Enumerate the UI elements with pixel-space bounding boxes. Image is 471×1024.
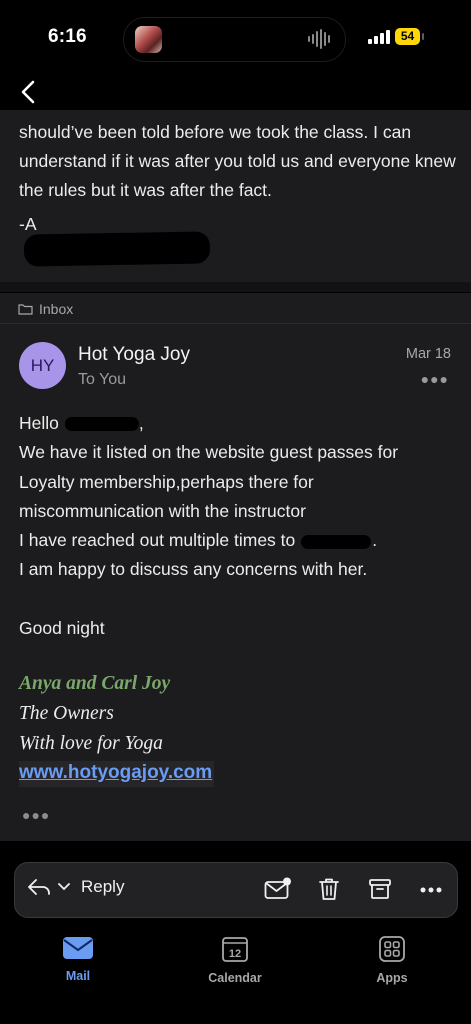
dynamic-island[interactable] (123, 17, 346, 62)
body-line: I have reached out multiple times to (19, 530, 296, 551)
tab-label: Mail (65, 969, 91, 983)
tab-apps[interactable]: Apps (347, 935, 437, 985)
folder-icon (18, 304, 33, 315)
recipient-label[interactable]: To You (78, 371, 126, 389)
audio-waveform-icon (308, 29, 330, 49)
message-date: Mar 18 (405, 346, 451, 362)
status-time: 6:16 (48, 26, 87, 47)
battery-level: 54 (395, 28, 420, 45)
reply-button[interactable]: Reply (27, 877, 124, 897)
divider (0, 323, 471, 324)
trash-icon[interactable] (317, 877, 341, 901)
tab-calendar[interactable]: 12 Calendar (190, 935, 280, 985)
back-chevron-icon[interactable] (18, 79, 40, 105)
folder-label[interactable]: Inbox (18, 301, 73, 317)
email-message-card: Inbox HY Hot Yoga Joy To You Mar 18 ●●● … (0, 293, 471, 841)
archive-icon[interactable] (368, 877, 392, 901)
redaction-mark (64, 417, 139, 432)
signature-names: Anya and Carl Joy (19, 673, 171, 694)
more-options-icon[interactable] (420, 887, 442, 893)
body-line: miscommunication with the instructor (19, 500, 306, 521)
signature-tagline: With love for Yoga (19, 733, 163, 754)
body-line: Loyalty membership,perhaps there for (19, 471, 314, 492)
greeting-suffix: , (138, 413, 144, 433)
greeting: Hello (19, 413, 59, 433)
apps-grid-icon (379, 936, 405, 962)
battery-tip (422, 33, 424, 40)
signature-title: The Owners (19, 703, 114, 724)
cellular-signal-icon (368, 30, 390, 44)
thread-separator (0, 282, 471, 292)
message-body: Hello, We have it listed on the website … (19, 409, 459, 643)
quoted-email-panel: should’ve been told before we took the c… (0, 110, 471, 282)
calendar-day: 12 (229, 948, 241, 960)
reply-toolbar: Reply (14, 862, 458, 918)
sender-name[interactable]: Hot Yoga Joy (78, 344, 190, 366)
mark-unread-icon[interactable] (264, 877, 292, 901)
tab-label: Apps (376, 971, 408, 985)
show-quoted-text-button[interactable]: ●●● (22, 807, 50, 823)
reply-label: Reply (81, 877, 125, 896)
redaction-mark (23, 231, 211, 267)
body-line-suffix: . (372, 530, 378, 551)
website-link[interactable]: www.hotyogajoy.com (19, 761, 215, 787)
redaction-mark (301, 534, 372, 549)
chevron-down-icon (58, 883, 70, 891)
reply-arrow-icon (28, 879, 50, 895)
body-line: I am happy to discuss any concerns with … (19, 559, 368, 580)
body-line: We have it listed on the website guest p… (19, 442, 399, 463)
calendar-icon: 12 (222, 937, 248, 962)
tab-mail[interactable]: Mail (33, 935, 123, 983)
sender-avatar[interactable]: HY (19, 342, 66, 389)
message-more-icon[interactable]: ●●● (421, 371, 449, 387)
quoted-email-text: should’ve been told before we took the c… (19, 122, 456, 200)
battery-icon: 54 (395, 28, 425, 45)
quoted-email-signature: -A (19, 214, 37, 234)
mail-icon (63, 937, 93, 959)
now-playing-artwork (135, 26, 162, 53)
tab-label: Calendar (208, 971, 262, 985)
folder-name: Inbox (39, 301, 74, 317)
closing: Good night (19, 618, 105, 639)
